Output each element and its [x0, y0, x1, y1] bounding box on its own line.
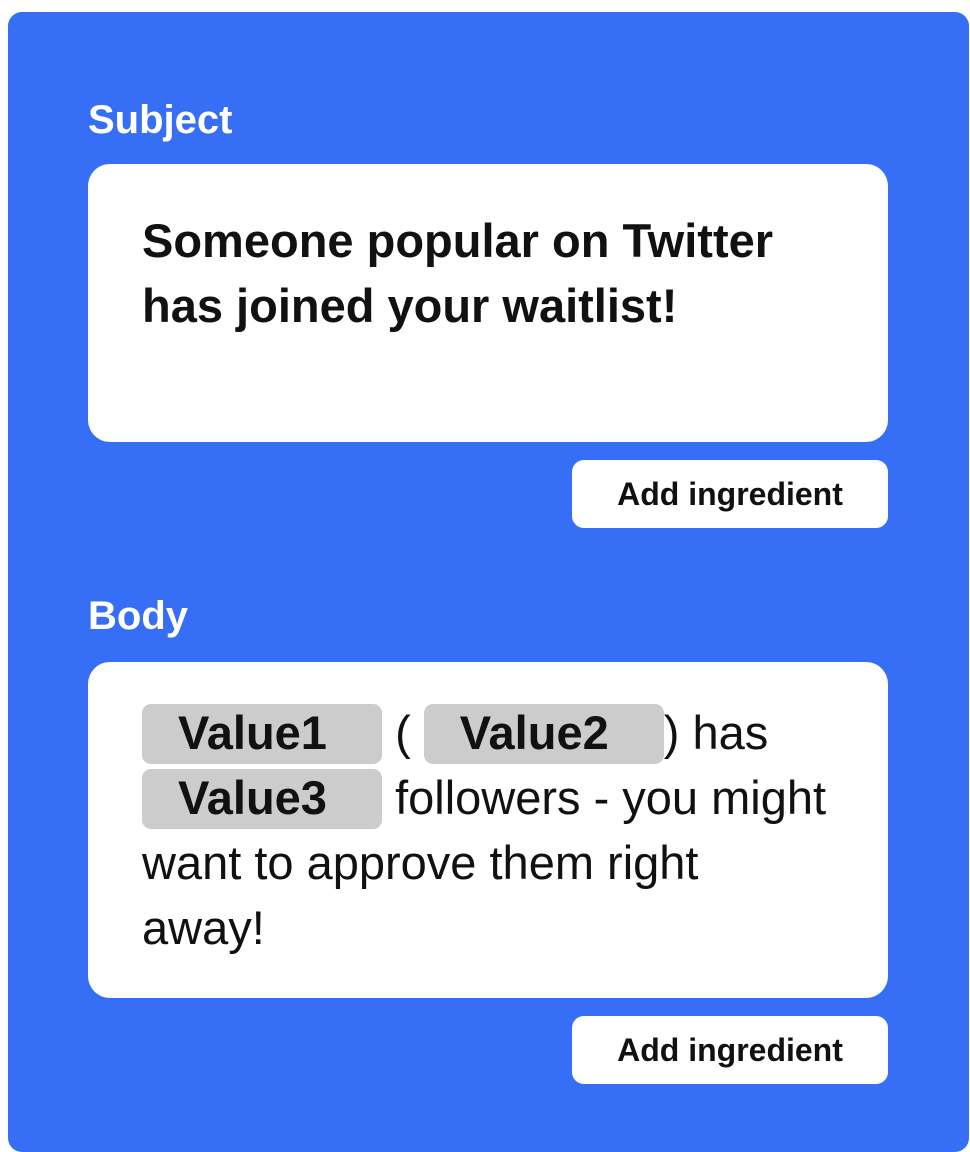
body-text-open-paren: (: [395, 706, 411, 759]
body-text-has: ) has: [663, 706, 769, 759]
subject-label: Subject: [88, 98, 233, 142]
body-text[interactable]: Value1 ( Value2) has Value3 followers - …: [142, 700, 828, 960]
body-label: Body: [88, 594, 188, 638]
subject-field[interactable]: Someone popular on Twitter has joined yo…: [88, 164, 888, 442]
ingredient-pill-value2[interactable]: Value2: [423, 704, 664, 764]
ingredient-pill-value3[interactable]: Value3: [142, 769, 382, 829]
body-add-ingredient-button[interactable]: Add ingredient: [572, 1016, 888, 1084]
ingredient-pill-value1[interactable]: Value1: [142, 704, 382, 764]
subject-text[interactable]: Someone popular on Twitter has joined yo…: [142, 208, 828, 338]
subject-add-ingredient-button[interactable]: Add ingredient: [572, 460, 888, 528]
body-field[interactable]: Value1 ( Value2) has Value3 followers - …: [88, 662, 888, 998]
